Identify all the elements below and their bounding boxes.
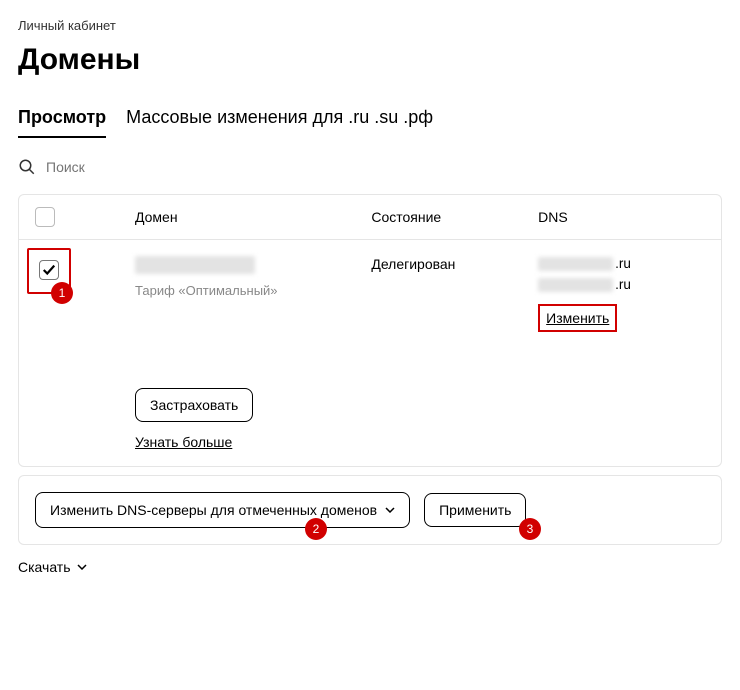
dns-server-2: .ru xyxy=(538,277,705,292)
breadcrumb[interactable]: Личный кабинет xyxy=(18,18,722,33)
bulk-action-dropdown[interactable]: Изменить DNS-серверы для отмеченных доме… xyxy=(35,492,410,528)
domain-status: Делегирован xyxy=(371,256,538,272)
header-dns: DNS xyxy=(538,209,705,225)
tariff-label: Тариф «Оптимальный» xyxy=(135,283,371,298)
dns-server-1: .ru xyxy=(538,256,705,271)
tab-bulk-changes[interactable]: Массовые изменения для .ru .su .рф xyxy=(126,107,433,138)
tab-view[interactable]: Просмотр xyxy=(18,107,106,138)
apply-button[interactable]: Применить xyxy=(424,493,526,527)
search-row xyxy=(18,158,722,176)
dns-suffix: .ru xyxy=(615,256,631,271)
bulk-actions-bar: Изменить DNS-серверы для отмеченных доме… xyxy=(18,475,722,545)
annotation-badge-1: 1 xyxy=(51,282,73,304)
header-domain: Домен xyxy=(135,209,371,225)
annotation-frame-1: 1 xyxy=(27,248,71,294)
table-header: Домен Состояние DNS xyxy=(19,195,721,239)
chevron-down-icon xyxy=(77,564,87,570)
download-button[interactable]: Скачать xyxy=(18,559,722,575)
download-label: Скачать xyxy=(18,559,71,575)
annotation-badge-2: 2 xyxy=(305,518,327,540)
domains-table: Домен Состояние DNS 1 Тариф «Оптимальный… xyxy=(18,194,722,467)
bulk-action-label: Изменить DNS-серверы для отмеченных доме… xyxy=(50,502,377,518)
search-icon xyxy=(18,158,36,176)
learn-more-link[interactable]: Узнать больше xyxy=(135,434,232,450)
insure-button[interactable]: Застраховать xyxy=(135,388,253,422)
dns-suffix: .ru xyxy=(615,277,631,292)
change-dns-link[interactable]: Изменить xyxy=(540,306,615,330)
dns-value-redacted xyxy=(538,257,613,271)
dns-value-redacted xyxy=(538,278,613,292)
page-title: Домены xyxy=(18,43,722,77)
domain-name-redacted xyxy=(135,256,255,274)
chevron-down-icon xyxy=(385,507,395,513)
table-row: 1 Тариф «Оптимальный» Застраховать Узнат… xyxy=(19,239,721,466)
header-status: Состояние xyxy=(371,209,538,225)
tabs: Просмотр Массовые изменения для .ru .su … xyxy=(18,107,722,138)
annotation-frame-change: Изменить xyxy=(538,304,617,332)
select-all-checkbox[interactable] xyxy=(35,207,55,227)
search-input[interactable] xyxy=(46,159,246,175)
annotation-badge-3: 3 xyxy=(519,518,541,540)
